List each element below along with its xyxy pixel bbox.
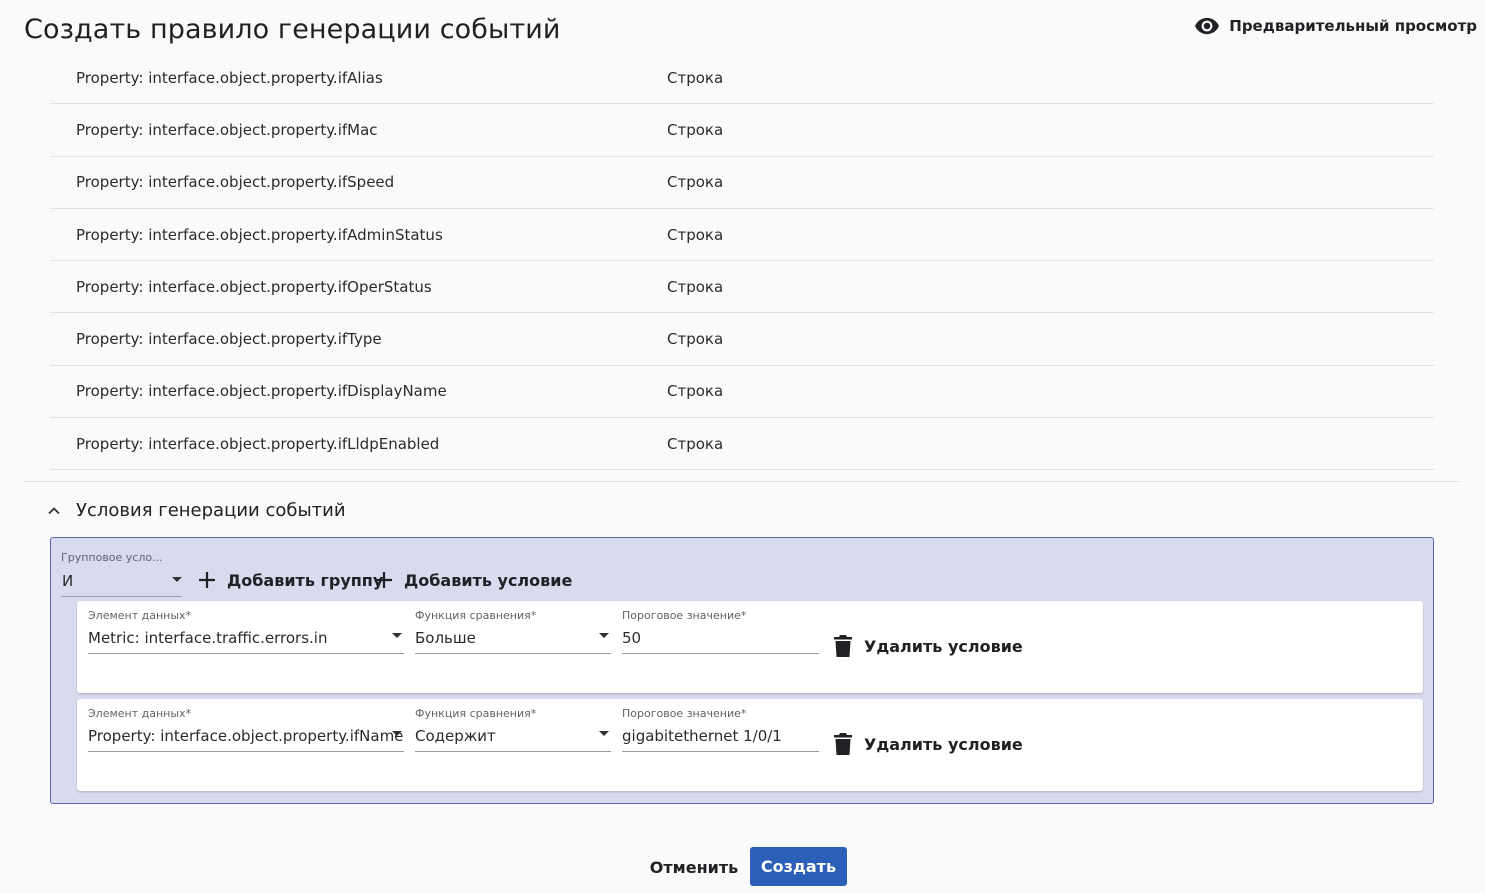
property-name: Property: interface.object.property.ifSp… [76, 173, 395, 192]
delete-condition-button[interactable]: Удалить условие [834, 635, 1023, 657]
property-name: Property: interface.object.property.ifAd… [76, 225, 443, 244]
data-element-select[interactable]: Элемент данных* Metric: interface.traffi… [88, 609, 404, 654]
table-row: Property: interface.object.property.ifAl… [50, 52, 1434, 105]
data-element-select[interactable]: Элемент данных* Property: interface.obje… [88, 707, 404, 752]
threshold-input[interactable]: Пороговое значение* 50 [622, 609, 819, 654]
field-value: 50 [622, 629, 642, 647]
property-type: Строка [667, 68, 724, 87]
field-label: Элемент данных* [88, 609, 192, 622]
delete-condition-label: Удалить условие [864, 636, 1023, 656]
create-button[interactable]: Создать [750, 847, 847, 886]
field-value: Содержит [415, 727, 496, 745]
group-condition-label: Групповое усло... [61, 551, 163, 564]
condition-group: Групповое усло... И Добавить группу Доба… [50, 537, 1434, 804]
property-name: Property: interface.object.property.ifTy… [76, 330, 382, 349]
property-type: Строка [667, 173, 724, 192]
property-type: Строка [667, 277, 724, 296]
trash-icon [834, 733, 852, 755]
cancel-button[interactable]: Отменить [648, 848, 740, 886]
table-row: Property: interface.object.property.ifSp… [50, 157, 1434, 209]
field-value: Metric: interface.traffic.errors.in [88, 629, 328, 647]
caret-down-icon [599, 731, 609, 736]
field-label: Функция сравнения* [415, 609, 537, 622]
comparison-function-select[interactable]: Функция сравнения* Больше [415, 609, 611, 654]
property-name: Property: interface.object.property.ifMa… [76, 120, 378, 139]
field-label: Пороговое значение* [622, 609, 747, 622]
add-condition-label: Добавить условие [404, 570, 573, 590]
preview-label: Предварительный просмотр [1229, 17, 1477, 35]
property-type: Строка [667, 330, 724, 349]
eye-icon [1195, 17, 1220, 35]
table-row: Property: interface.object.property.ifOp… [50, 261, 1434, 314]
delete-condition-label: Удалить условие [864, 734, 1023, 754]
table-row: Property: interface.object.property.ifDi… [50, 366, 1434, 419]
property-type: Строка [667, 120, 724, 139]
section-title: Условия генерации событий [76, 500, 346, 521]
field-value: Property: interface.object.property.ifNa… [88, 727, 404, 745]
caret-down-icon [599, 633, 609, 638]
caret-down-icon [392, 633, 402, 638]
table-row: Property: interface.object.property.ifLl… [50, 418, 1434, 471]
property-name: Property: interface.object.property.ifLl… [76, 434, 440, 453]
field-value: Больше [415, 629, 476, 647]
properties-table: Property: interface.object.property.ifAl… [50, 52, 1434, 471]
group-condition-value: И [62, 572, 74, 590]
caret-down-icon [172, 577, 182, 582]
condition-card: Элемент данных* Metric: interface.traffi… [77, 601, 1423, 693]
field-label: Пороговое значение* [622, 707, 747, 720]
add-condition-button[interactable]: Добавить условие [374, 570, 572, 590]
trash-icon [834, 635, 852, 657]
conditions-section-toggle[interactable]: Условия генерации событий [46, 500, 346, 521]
add-group-label: Добавить группу [227, 570, 384, 590]
delete-condition-button[interactable]: Удалить условие [834, 733, 1023, 755]
plus-icon [199, 572, 215, 588]
property-type: Строка [667, 225, 724, 244]
chevron-up-icon [48, 506, 60, 514]
group-condition-select[interactable]: Групповое усло... И [61, 551, 182, 597]
condition-card: Элемент данных* Property: interface.obje… [77, 699, 1423, 791]
table-row: Property: interface.object.property.ifAd… [50, 209, 1434, 262]
comparison-function-select[interactable]: Функция сравнения* Содержит [415, 707, 611, 752]
field-label: Функция сравнения* [415, 707, 537, 720]
property-name: Property: interface.object.property.ifDi… [76, 382, 447, 401]
plus-icon [376, 572, 392, 588]
threshold-input[interactable]: Пороговое значение* gigabitethernet 1/0/… [622, 707, 819, 752]
field-label: Элемент данных* [88, 707, 192, 720]
table-row: Property: interface.object.property.ifTy… [50, 313, 1434, 366]
property-name: Property: interface.object.property.ifAl… [76, 68, 383, 87]
preview-button[interactable]: Предварительный просмотр [1194, 13, 1477, 39]
property-type: Строка [667, 434, 724, 453]
section-divider [24, 481, 1460, 482]
property-type: Строка [667, 382, 724, 401]
caret-down-icon [392, 731, 402, 736]
add-group-button[interactable]: Добавить группу [197, 570, 383, 590]
table-row: Property: interface.object.property.ifMa… [50, 104, 1434, 157]
page-title: Создать правило генерации событий [24, 14, 561, 45]
field-value: gigabitethernet 1/0/1 [622, 727, 782, 745]
property-name: Property: interface.object.property.ifOp… [76, 277, 432, 296]
